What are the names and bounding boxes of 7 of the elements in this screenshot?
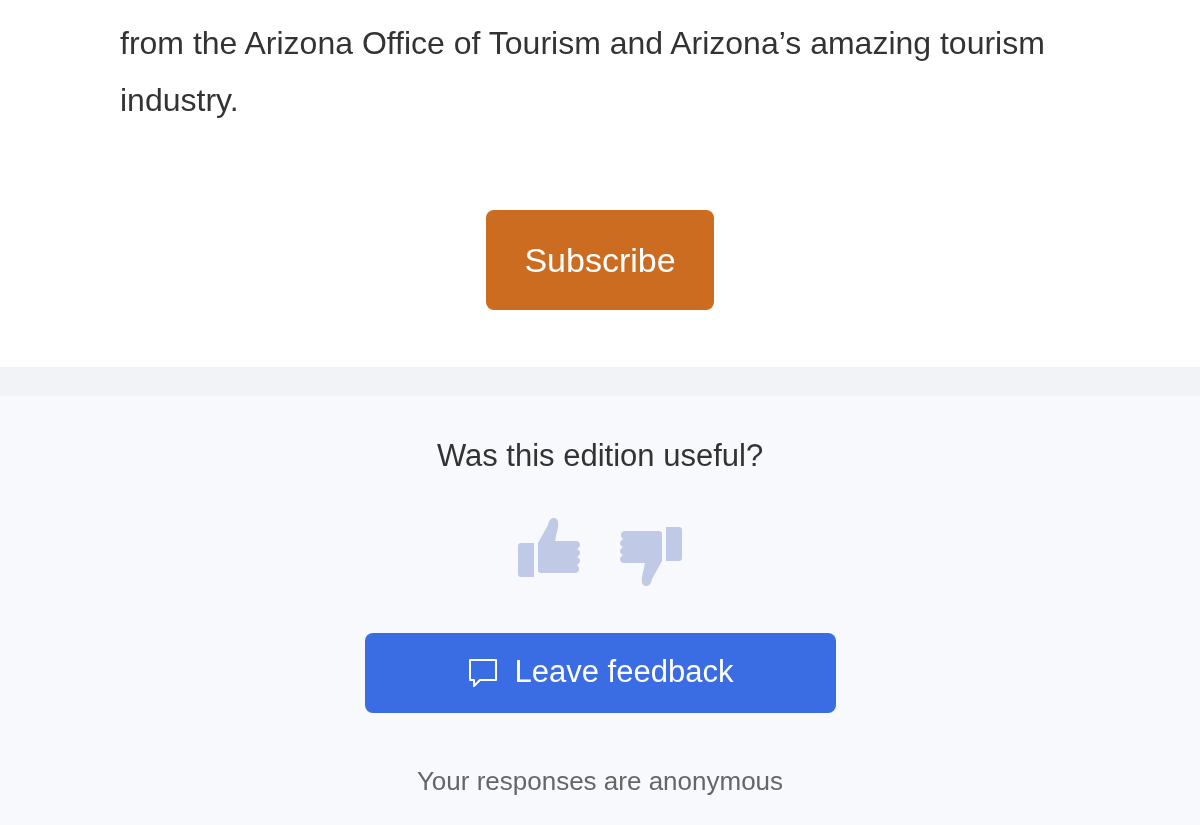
leave-feedback-button[interactable]: Leave feedback bbox=[364, 632, 836, 713]
feedback-question: Was this edition useful? bbox=[436, 437, 764, 475]
subscribe-button[interactable]: Subscribe bbox=[486, 210, 714, 310]
anonymity-note: Your responses are anonymous bbox=[416, 764, 784, 798]
intro-paragraph: from the Arizona Office of Tourism and Arizona’s amazing tourism industry. bbox=[119, 24, 1046, 120]
thumbs-up-icon[interactable] bbox=[518, 517, 582, 580]
chat-bubble-icon bbox=[466, 656, 499, 689]
